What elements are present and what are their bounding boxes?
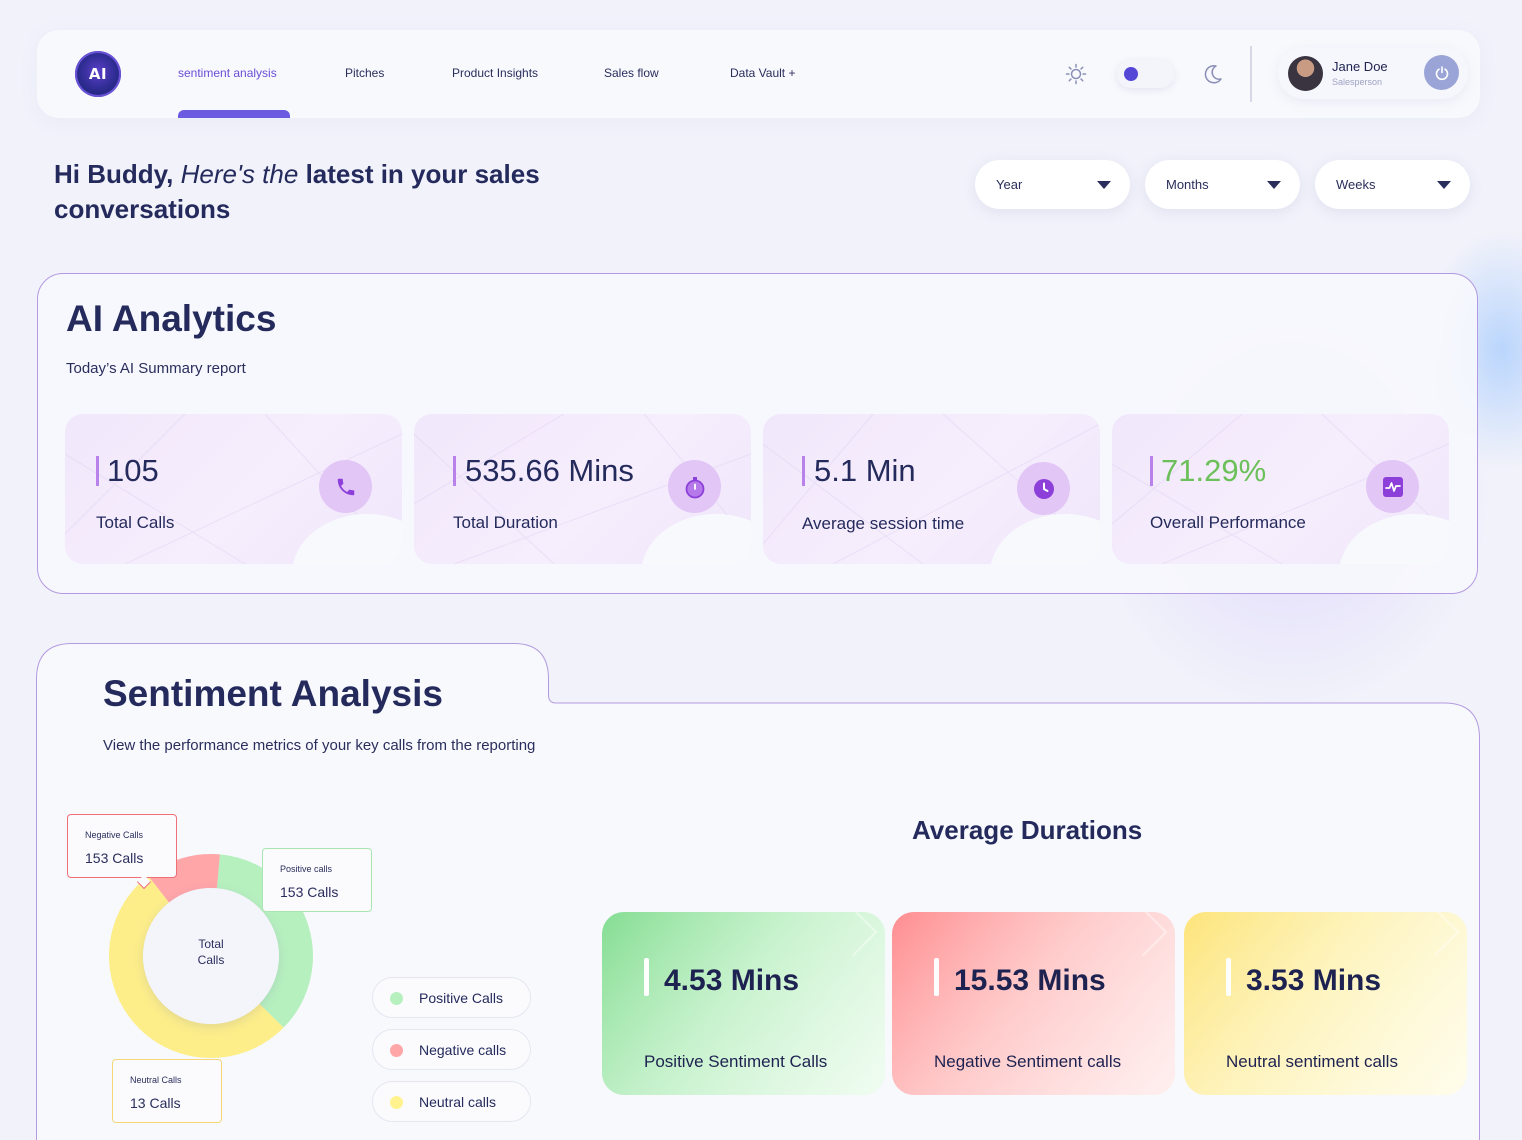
legend-dot [390, 1096, 403, 1109]
stat-accent-bar [802, 456, 805, 486]
app-logo[interactable]: AI [75, 51, 121, 97]
neutral-calls-callout: Neutral Calls 13 Calls [112, 1059, 222, 1123]
chevron-down-icon [1437, 181, 1451, 189]
stat-card-overall-performance[interactable]: 71.29% Overall Performance [1112, 414, 1449, 564]
sentiment-analysis-panel: Sentiment Analysis View the performance … [36, 643, 1480, 1140]
months-dropdown[interactable]: Months [1145, 160, 1300, 209]
avg-label: Neutral sentiment calls [1226, 1052, 1398, 1071]
chevron-down-icon [1267, 181, 1281, 189]
top-navigation: AI sentiment analysis Pitches Product In… [37, 30, 1480, 118]
donut-center-label-1: Total [198, 937, 224, 951]
avg-accent-bar [644, 958, 649, 996]
stat-card-average-session[interactable]: 5.1 Min Average session time [763, 414, 1100, 564]
stat-value: 71.29% [1161, 453, 1267, 488]
phone-icon [319, 460, 372, 513]
avg-card-negative[interactable]: 15.53 Mins Negative Sentiment calls [892, 912, 1175, 1095]
callout-value: 153 Calls [280, 884, 339, 900]
avg-card-neutral[interactable]: 3.53 Mins Neutral sentiment calls [1184, 912, 1467, 1095]
stat-label: Total Calls [96, 513, 175, 532]
legend-label: Negative calls [419, 1042, 507, 1058]
donut-center-label-2: Calls [197, 953, 225, 967]
stat-value: 5.1 Min [814, 453, 916, 488]
profile-role: Salesperson [1332, 77, 1383, 87]
legend-neutral-calls[interactable]: Neutral calls [372, 1081, 531, 1122]
negative-calls-callout: Negative Calls 153 Calls [67, 814, 177, 878]
callout-title: Positive calls [280, 864, 333, 874]
logout-button[interactable] [1424, 55, 1459, 90]
nav-item-data-vault[interactable]: Data Vault + [730, 66, 795, 80]
year-dropdown[interactable]: Year [975, 160, 1130, 209]
nav-item-sales-flow[interactable]: Sales flow [604, 66, 659, 80]
avg-value: 15.53 Mins [954, 964, 1106, 997]
average-durations-title: Average Durations [912, 815, 1143, 845]
stat-accent-bar [96, 456, 99, 486]
active-tab-indicator [178, 110, 290, 118]
greeting-hi: Hi Buddy, [54, 159, 174, 189]
greeting-heading: Hi Buddy, Here's the latest in your sale… [54, 157, 594, 227]
legend-label: Neutral calls [419, 1094, 497, 1110]
stat-card-total-calls[interactable]: 105 Total Calls [65, 414, 402, 564]
user-profile[interactable]: Jane Doe Salesperson [1278, 47, 1468, 99]
ai-analytics-title: AI Analytics [66, 298, 277, 339]
clock-icon [1017, 462, 1070, 515]
avg-value: 3.53 Mins [1246, 964, 1382, 997]
stat-card-total-duration[interactable]: 535.66 Mins Total Duration [414, 414, 751, 564]
power-icon [1435, 65, 1448, 80]
sun-icon[interactable] [1065, 63, 1087, 85]
nav-item-sentiment-analysis[interactable]: sentiment analysis [178, 66, 277, 80]
profile-name: Jane Doe [1332, 59, 1388, 74]
stat-accent-bar [1150, 456, 1153, 486]
callout-value: 13 Calls [130, 1095, 181, 1111]
theme-toggle[interactable] [1117, 60, 1174, 88]
nav-divider [1250, 46, 1252, 102]
callout-value: 153 Calls [85, 850, 144, 866]
callout-title: Negative Calls [85, 830, 144, 840]
stat-value: 105 [107, 453, 159, 488]
legend-negative-calls[interactable]: Negative calls [372, 1029, 531, 1070]
moon-icon[interactable] [1202, 63, 1224, 85]
callout-title: Neutral Calls [130, 1075, 182, 1085]
weeks-dropdown[interactable]: Weeks [1315, 160, 1470, 209]
avg-accent-bar [934, 958, 939, 996]
greeting-emphasis: Here's the [180, 159, 299, 189]
positive-calls-callout: Positive calls 153 Calls [262, 848, 372, 912]
avg-label: Positive Sentiment Calls [644, 1052, 828, 1071]
months-dropdown-label: Months [1166, 177, 1209, 192]
weeks-dropdown-label: Weeks [1336, 177, 1376, 192]
avatar [1288, 56, 1323, 91]
theme-toggle-knob [1124, 67, 1138, 81]
stat-label: Overall Performance [1150, 513, 1306, 532]
avg-card-positive[interactable]: 4.53 Mins Positive Sentiment Calls [602, 912, 885, 1095]
year-dropdown-label: Year [996, 177, 1023, 192]
sentiment-subtitle: View the performance metrics of your key… [103, 737, 536, 754]
stat-label: Average session time [802, 514, 965, 533]
donut-center: Total Calls [143, 888, 279, 1024]
stat-label: Total Duration [453, 513, 558, 532]
avg-accent-bar [1226, 958, 1231, 996]
nav-item-pitches[interactable]: Pitches [345, 66, 384, 80]
chevron-down-icon [1097, 181, 1111, 189]
legend-positive-calls[interactable]: Positive Calls [372, 977, 531, 1018]
ai-analytics-panel: AI Analytics Today’s AI Summary report 1… [37, 273, 1478, 594]
activity-icon [1366, 460, 1419, 513]
stat-accent-bar [453, 456, 456, 486]
nav-item-product-insights[interactable]: Product Insights [452, 66, 538, 80]
legend-dot [390, 1044, 403, 1057]
stopwatch-icon [668, 460, 721, 513]
legend-label: Positive Calls [419, 990, 504, 1006]
sentiment-title: Sentiment Analysis [103, 673, 443, 714]
avg-value: 4.53 Mins [664, 964, 800, 997]
legend-dot [390, 992, 403, 1005]
stat-value: 535.66 Mins [465, 453, 634, 488]
logo-text: AI [88, 65, 108, 83]
avg-label: Negative Sentiment calls [934, 1052, 1122, 1071]
ai-analytics-subtitle: Today’s AI Summary report [66, 360, 246, 377]
